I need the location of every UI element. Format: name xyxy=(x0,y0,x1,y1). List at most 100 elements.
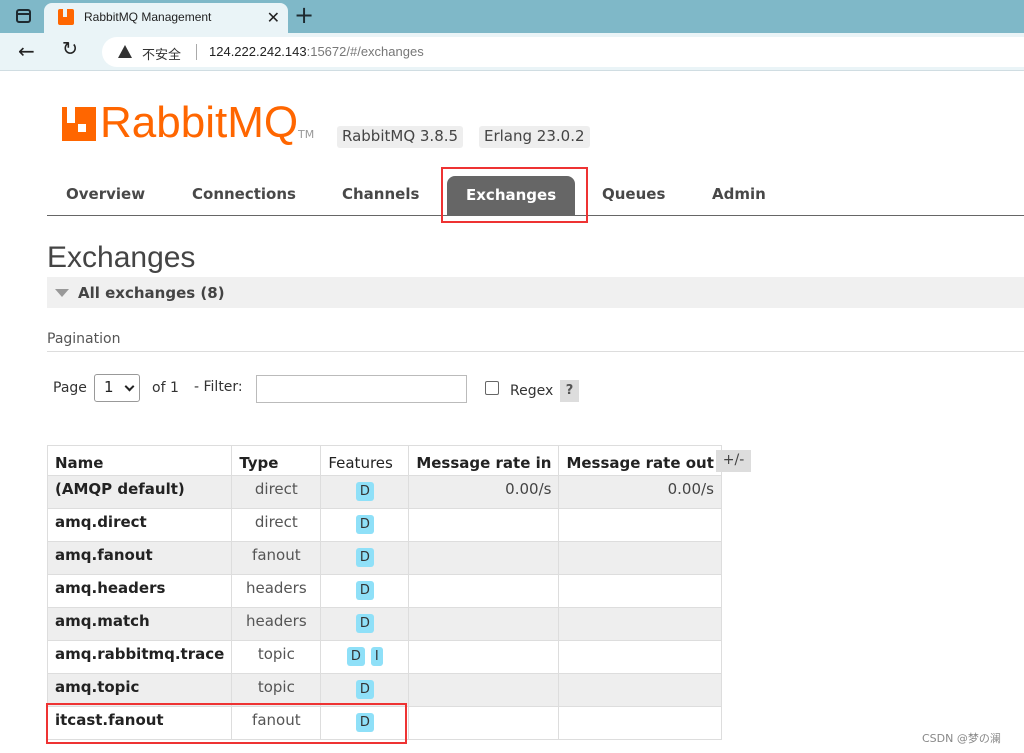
exchange-features: D xyxy=(320,508,410,542)
exchanges-table: Name Type Features Message rate in Messa… xyxy=(46,445,722,740)
rate-out xyxy=(558,541,722,575)
close-tab-icon[interactable]: ✕ xyxy=(267,8,280,27)
rate-out xyxy=(558,607,722,641)
table-row[interactable]: amq.match headers D xyxy=(46,607,722,641)
exchange-type: direct xyxy=(231,508,322,542)
itcast-row-highlight xyxy=(46,703,407,744)
section-title: All exchanges (8) xyxy=(78,284,225,302)
pagination-label: Pagination xyxy=(47,331,121,347)
rate-in xyxy=(408,574,560,608)
feature-badge: D xyxy=(346,647,365,666)
tab-queues[interactable]: Queues xyxy=(602,185,665,203)
exchange-type: topic xyxy=(231,673,322,707)
new-tab-icon[interactable]: + xyxy=(294,3,314,27)
exchange-type: headers xyxy=(231,607,322,641)
window-menu-icon[interactable] xyxy=(16,9,31,23)
exchange-name-link[interactable]: amq.fanout xyxy=(46,541,233,575)
regex-help-button[interactable]: ? xyxy=(560,380,579,402)
exchange-features: D xyxy=(320,541,410,575)
exchange-features: D xyxy=(320,574,410,608)
all-exchanges-toggle[interactable]: All exchanges (8) xyxy=(47,277,1024,308)
logo-text: RabbitMQ xyxy=(100,98,299,147)
warning-icon xyxy=(118,45,132,58)
chevron-down-icon xyxy=(124,381,135,392)
table-row[interactable]: amq.topic topic D xyxy=(46,673,722,707)
rate-out xyxy=(558,673,722,707)
url-path: :15672/#/exchanges xyxy=(306,44,424,59)
url-host: 124.222.242.143 xyxy=(209,44,307,59)
tab-admin[interactable]: Admin xyxy=(712,185,766,203)
exchange-type: direct xyxy=(231,475,322,509)
table-row[interactable]: amq.headers headers D xyxy=(46,574,722,608)
page-select[interactable]: 1 xyxy=(94,374,140,402)
browser-tab-bar: RabbitMQ Management ✕ + xyxy=(0,0,1024,33)
page-select-value: 1 xyxy=(104,378,114,396)
tab-connections[interactable]: Connections xyxy=(192,185,296,203)
table-row[interactable]: amq.direct direct D xyxy=(46,508,722,542)
exchange-type: fanout xyxy=(231,541,322,575)
url-field[interactable]: 不安全 124.222.242.143:15672/#/exchanges xyxy=(102,37,1024,67)
filter-label: - Filter: xyxy=(194,379,243,395)
exchange-name-link[interactable]: amq.headers xyxy=(46,574,233,608)
version-badge: RabbitMQ 3.8.5 xyxy=(337,126,464,148)
address-bar: ← ↻ 不安全 124.222.242.143:15672/#/exchange… xyxy=(0,33,1024,71)
col-rate-in[interactable]: Message rate in xyxy=(408,445,560,476)
rate-in: 0.00/s xyxy=(408,475,560,509)
exchange-name-link[interactable]: (AMQP default) xyxy=(46,475,233,509)
col-features: Features xyxy=(320,445,410,476)
reload-icon[interactable]: ↻ xyxy=(62,38,78,60)
filter-input[interactable] xyxy=(256,375,467,403)
exchange-name-link[interactable]: amq.direct xyxy=(46,508,233,542)
exchanges-tab-highlight xyxy=(441,167,588,223)
table-header-row: Name Type Features Message rate in Messa… xyxy=(46,445,722,476)
feature-badge: D xyxy=(355,581,374,600)
tab-title: RabbitMQ Management xyxy=(84,10,212,24)
rate-out xyxy=(558,508,722,542)
exchange-name-link[interactable]: amq.topic xyxy=(46,673,233,707)
regex-checkbox[interactable] xyxy=(485,381,499,395)
page-title: Exchanges xyxy=(47,241,196,274)
tab-channels[interactable]: Channels xyxy=(342,185,419,203)
rate-in xyxy=(408,640,560,674)
rate-out: 0.00/s xyxy=(558,475,722,509)
exchange-features: D xyxy=(320,673,410,707)
back-arrow-icon[interactable]: ← xyxy=(18,39,35,63)
rate-in xyxy=(408,607,560,641)
exchange-features: DI xyxy=(320,640,410,674)
rate-in xyxy=(408,706,560,740)
regex-label: Regex xyxy=(510,383,554,399)
table-row[interactable]: (AMQP default) direct D 0.00/s 0.00/s xyxy=(46,475,722,509)
column-toggle-button[interactable]: +/- xyxy=(716,450,751,472)
collapse-triangle-icon xyxy=(55,289,69,297)
col-name[interactable]: Name xyxy=(46,445,233,476)
rabbit-logo-icon xyxy=(62,103,96,141)
security-label[interactable]: 不安全 xyxy=(142,44,181,63)
exchange-features: D xyxy=(320,607,410,641)
rate-in xyxy=(408,541,560,575)
feature-badge: D xyxy=(355,614,374,633)
table-row[interactable]: amq.rabbitmq.trace topic D I xyxy=(46,640,722,674)
rate-out xyxy=(558,574,722,608)
feature-badge: D xyxy=(355,680,374,699)
col-type[interactable]: Type xyxy=(231,445,322,476)
rate-in xyxy=(408,508,560,542)
exchange-type: headers xyxy=(231,574,322,608)
page-count-label: of 1 xyxy=(152,380,179,396)
exchange-name-link[interactable]: amq.match xyxy=(46,607,233,641)
col-rate-out[interactable]: Message rate out xyxy=(558,445,722,476)
exchange-features: D xyxy=(320,475,410,509)
feature-badge: D xyxy=(355,515,374,534)
rabbitmq-favicon-icon xyxy=(58,9,74,25)
pagination-divider xyxy=(47,351,1024,352)
rate-in xyxy=(408,673,560,707)
url-text[interactable]: 124.222.242.143:15672/#/exchanges xyxy=(209,44,424,59)
feature-badge: D xyxy=(355,548,374,567)
erlang-badge: Erlang 23.0.2 xyxy=(479,126,590,148)
browser-tab[interactable]: RabbitMQ Management ✕ xyxy=(44,3,288,33)
exchange-name-link[interactable]: amq.rabbitmq.trace xyxy=(46,640,233,674)
url-divider xyxy=(196,44,197,60)
page-label: Page xyxy=(53,380,87,396)
tab-overview[interactable]: Overview xyxy=(66,185,145,203)
table-row[interactable]: amq.fanout fanout D xyxy=(46,541,722,575)
rate-out xyxy=(558,706,722,740)
